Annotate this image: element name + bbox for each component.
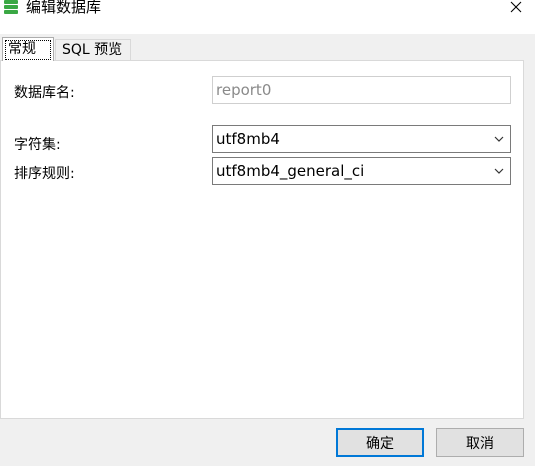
title-bar: 编辑数据库 bbox=[0, 0, 535, 34]
edit-database-dialog: 编辑数据库 常规 SQL 预览 数据库名: report0 字符集: utf8m… bbox=[0, 0, 535, 466]
charset-value: utf8mb4 bbox=[216, 130, 280, 148]
cancel-button-label: 取消 bbox=[466, 435, 494, 452]
tab-general[interactable]: 常规 bbox=[2, 37, 54, 61]
tab-sql-preview[interactable]: SQL 预览 bbox=[55, 39, 131, 61]
chevron-down-icon bbox=[494, 168, 504, 174]
charset-select[interactable]: utf8mb4 bbox=[212, 125, 511, 153]
cancel-button[interactable]: 取消 bbox=[436, 428, 524, 457]
tab-focus-outline bbox=[5, 40, 51, 60]
database-name-label: 数据库名: bbox=[14, 85, 75, 101]
chevron-down-icon bbox=[494, 136, 504, 142]
collation-select[interactable]: utf8mb4_general_ci bbox=[212, 157, 511, 185]
window-title: 编辑数据库 bbox=[26, 0, 102, 16]
database-name-value: report0 bbox=[216, 81, 272, 99]
close-icon bbox=[510, 1, 522, 13]
database-name-field[interactable]: report0 bbox=[212, 76, 511, 104]
ok-button-label: 确定 bbox=[366, 435, 394, 452]
ok-button[interactable]: 确定 bbox=[336, 428, 424, 457]
charset-label: 字符集: bbox=[14, 137, 61, 153]
collation-value: utf8mb4_general_ci bbox=[216, 162, 365, 180]
close-button[interactable] bbox=[500, 0, 532, 20]
database-icon bbox=[4, 0, 18, 14]
tab-sql-preview-label: SQL 预览 bbox=[62, 42, 123, 58]
general-panel: 数据库名: report0 字符集: utf8mb4 排序规则: utf8mb4… bbox=[0, 60, 524, 419]
collation-label: 排序规则: bbox=[14, 166, 75, 182]
